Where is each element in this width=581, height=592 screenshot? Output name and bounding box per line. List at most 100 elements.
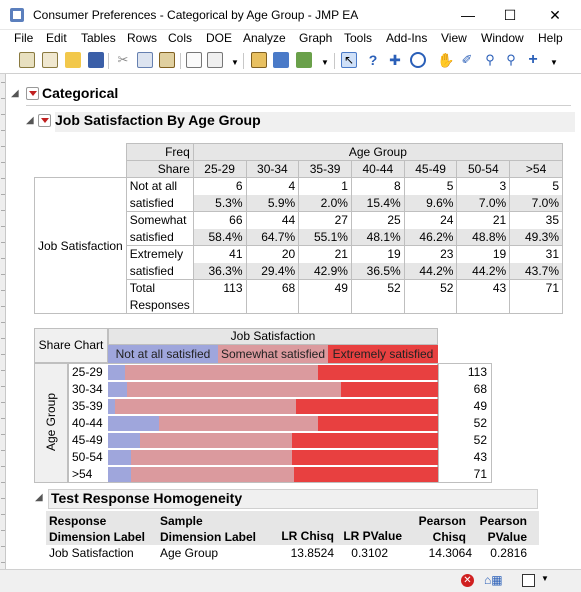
share-bar-segment bbox=[127, 382, 341, 397]
count-cell: 19 bbox=[350, 245, 405, 263]
count-cell: 8 bbox=[350, 177, 405, 195]
chevron-down-icon[interactable]: ▼ bbox=[541, 574, 549, 583]
count-cell: 5 bbox=[403, 177, 458, 195]
window-list-icon[interactable] bbox=[522, 574, 535, 587]
chevron-down-icon[interactable]: ▼ bbox=[227, 52, 243, 68]
total-cell: 52 bbox=[350, 279, 405, 297]
brush-icon[interactable] bbox=[410, 52, 426, 68]
lasso-icon[interactable]: ✐ bbox=[459, 52, 475, 68]
share-label: Share bbox=[125, 160, 194, 178]
minimize-icon[interactable]: — bbox=[448, 2, 488, 28]
pearson-chisq-cell: 14.3064 bbox=[428, 546, 472, 560]
red-triangle-menu-icon[interactable] bbox=[26, 87, 39, 100]
share-bar-segment bbox=[108, 365, 126, 380]
chevron-down-icon[interactable]: ▼ bbox=[317, 52, 333, 68]
count-cell: 23 bbox=[403, 245, 458, 263]
total-cell: 52 bbox=[403, 279, 458, 297]
crosstab-table: Freq Age Group Share 25-29 30-34 35-39 4… bbox=[34, 143, 564, 314]
share-cell: 29.4% bbox=[245, 262, 300, 280]
script-icon[interactable] bbox=[207, 52, 223, 68]
chevron-down-icon[interactable]: ▼ bbox=[546, 52, 562, 68]
menu-window[interactable]: Window bbox=[481, 31, 524, 45]
menu-edit[interactable]: Edit bbox=[46, 31, 67, 45]
menu-tables[interactable]: Tables bbox=[81, 31, 116, 45]
test-header: Test Response Homogeneity bbox=[48, 489, 538, 509]
share-cell: 44.2% bbox=[403, 262, 458, 280]
share-bar-segment bbox=[108, 399, 115, 414]
menu-analyze[interactable]: Analyze bbox=[243, 31, 286, 45]
menu-add-ins[interactable]: Add-Ins bbox=[386, 31, 427, 45]
freq-label: Freq bbox=[125, 143, 194, 161]
total-cell: 113 bbox=[192, 279, 247, 297]
paste-icon[interactable] bbox=[159, 52, 175, 68]
lr-pvalue-cell: 0.3102 bbox=[351, 546, 388, 560]
menu-cols[interactable]: Cols bbox=[168, 31, 192, 45]
share-cell: 46.2% bbox=[403, 228, 458, 246]
share-bar-segment bbox=[108, 416, 159, 431]
error-icon[interactable]: ✕ bbox=[461, 574, 474, 587]
share-cell: 7.0% bbox=[456, 194, 511, 212]
cut-icon[interactable]: ✂ bbox=[115, 52, 131, 68]
maximize-icon[interactable]: ☐ bbox=[490, 2, 530, 28]
magnifier-icon[interactable]: ⚲ bbox=[482, 52, 498, 68]
age-row-label: 35-39 bbox=[72, 399, 103, 413]
share-bar-segment bbox=[125, 365, 319, 380]
window-title: Consumer Preferences - Categorical by Ag… bbox=[33, 8, 359, 22]
formula-icon[interactable] bbox=[186, 52, 202, 68]
share-chart-title: Job Satisfaction bbox=[108, 328, 438, 345]
share-chart-label: Share Chart bbox=[34, 328, 108, 363]
menu-doe[interactable]: DOE bbox=[206, 31, 232, 45]
count-cell: 6 bbox=[192, 177, 247, 195]
share-chart-total: 49 bbox=[473, 399, 487, 413]
menu-file[interactable]: File bbox=[14, 31, 33, 45]
age-col: 30-34 bbox=[245, 160, 300, 178]
zoom-icon[interactable]: ⚲ bbox=[503, 52, 519, 68]
share-chart-total: 113 bbox=[467, 365, 487, 379]
menu-rows[interactable]: Rows bbox=[127, 31, 157, 45]
open-icon[interactable] bbox=[65, 52, 81, 68]
count-cell: 24 bbox=[403, 211, 458, 229]
menu-view[interactable]: View bbox=[441, 31, 467, 45]
age-row-label: 30-34 bbox=[72, 382, 103, 396]
share-bar-segment bbox=[318, 365, 438, 380]
count-cell: 66 bbox=[192, 211, 247, 229]
disclosure-icon[interactable]: ◢ bbox=[35, 492, 43, 503]
menu-help[interactable]: Help bbox=[538, 31, 563, 45]
add-icon[interactable] bbox=[296, 52, 312, 68]
share-cell: 15.4% bbox=[350, 194, 405, 212]
disclosure-icon[interactable]: ◢ bbox=[26, 115, 34, 126]
red-triangle-menu-icon[interactable] bbox=[38, 114, 51, 127]
age-col: 35-39 bbox=[298, 160, 352, 178]
age-col: >54 bbox=[509, 160, 563, 178]
share-bar-segment bbox=[114, 399, 297, 414]
close-icon[interactable]: ✕ bbox=[535, 2, 575, 28]
graph-builder-icon[interactable] bbox=[273, 52, 289, 68]
categorical-header: Categorical bbox=[42, 85, 119, 101]
data-grid-icon[interactable] bbox=[251, 52, 267, 68]
jmp-app-icon bbox=[10, 8, 24, 22]
home-icon[interactable]: ⌂▦ bbox=[484, 573, 510, 588]
total-cell: 43 bbox=[456, 279, 511, 297]
age-row-label: 25-29 bbox=[72, 365, 103, 379]
save-icon[interactable] bbox=[88, 52, 104, 68]
copy-icon[interactable] bbox=[137, 52, 153, 68]
menu-graph[interactable]: Graph bbox=[299, 31, 332, 45]
share-bar-segment bbox=[340, 382, 438, 397]
disclosure-icon[interactable]: ◢ bbox=[11, 88, 19, 99]
plus-icon[interactable]: + bbox=[525, 52, 541, 68]
help-icon[interactable]: ? bbox=[365, 52, 381, 68]
age-col: 25-29 bbox=[192, 160, 247, 178]
new-script-icon[interactable] bbox=[42, 52, 58, 68]
crosshair-icon[interactable]: ✚ bbox=[387, 52, 403, 68]
new-data-table-icon[interactable] bbox=[19, 52, 35, 68]
test-response-cell: Job Satisfaction bbox=[49, 546, 134, 560]
hand-icon[interactable]: ✋ bbox=[437, 52, 454, 68]
age-group-axis-label: Age Group bbox=[44, 392, 58, 452]
menu-tools[interactable]: Tools bbox=[344, 31, 372, 45]
share-cell: 2.0% bbox=[298, 194, 352, 212]
share-cell: 55.1% bbox=[298, 228, 352, 246]
share-bar-segment bbox=[292, 433, 438, 448]
age-row-label: 50-54 bbox=[72, 450, 103, 464]
count-cell: 25 bbox=[350, 211, 405, 229]
arrow-select-icon[interactable]: ↖ bbox=[341, 52, 357, 68]
